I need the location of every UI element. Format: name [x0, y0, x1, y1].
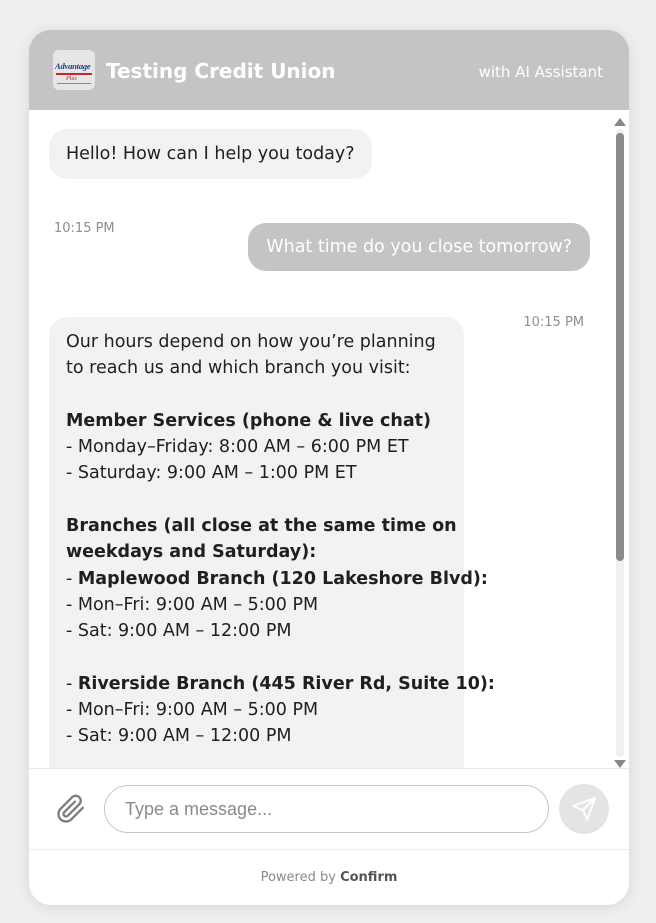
scrollbar-thumb[interactable] — [616, 133, 624, 561]
bot-message: Hello! How can I help you today? — [49, 129, 372, 179]
paperclip-icon[interactable] — [56, 794, 86, 824]
message-line: - Monday–Friday: 8:00 AM – 6:00 PM ET — [66, 437, 409, 458]
message-heading: Member Services (phone & live chat) — [66, 410, 432, 431]
send-icon — [572, 797, 596, 821]
credit-union-logo: Advantage Plus — [53, 50, 95, 90]
message-line: - Mon–Fri: 9:00 AM – 5:00 PM — [66, 700, 319, 721]
message-input-wrapper — [104, 785, 549, 833]
scroll-down-arrow-icon[interactable] — [614, 760, 626, 768]
message-line: - Riverside Branch (445 River Rd, Suite … — [66, 673, 495, 694]
user-message: What time do you close tomorrow? — [248, 223, 590, 271]
message-line: - Sat: 9:00 AM – 12:00 PM — [66, 621, 292, 642]
message-list[interactable]: Hello! How can I help you today? 10:15 P… — [29, 110, 611, 768]
message-heading: Branches (all close at the same time on — [66, 516, 457, 537]
bot-message: Our hours depend on how you’re planning … — [49, 317, 495, 768]
powered-by-brand[interactable]: Confirm — [340, 870, 397, 885]
message-timestamp: 10:15 PM — [523, 315, 584, 330]
message-timestamp: 10:15 PM — [54, 221, 115, 236]
message-input[interactable] — [123, 786, 527, 832]
chat-title: Testing Credit Union — [106, 59, 336, 83]
chat-subtitle: with AI Assistant — [478, 63, 603, 81]
message-line: Our hours depend on how you’re planning — [66, 332, 436, 352]
footer-divider — [29, 849, 629, 850]
message-scrollbar[interactable] — [611, 118, 629, 768]
message-line: to reach us and which branch you visit: — [66, 358, 411, 379]
message-heading: weekdays and Saturday): — [66, 542, 317, 563]
send-button[interactable] — [559, 784, 609, 834]
message-text: Hello! How can I help you today? — [66, 144, 355, 164]
message-text: What time do you close tomorrow? — [266, 237, 572, 257]
chat-widget: Advantage Plus Testing Credit Union with… — [29, 30, 629, 905]
chat-header: Advantage Plus Testing Credit Union with… — [29, 30, 629, 110]
message-line: - Saturday: 9:00 AM – 1:00 PM ET — [66, 463, 357, 484]
message-line: - Maplewood Branch (120 Lakeshore Blvd): — [66, 568, 488, 589]
powered-by-footer: Powered by Confirm — [29, 870, 629, 885]
powered-by-label: Powered by — [260, 870, 336, 885]
composer-divider — [29, 768, 629, 769]
scroll-up-arrow-icon[interactable] — [614, 118, 626, 126]
message-line: - Sat: 9:00 AM – 12:00 PM — [66, 726, 292, 747]
message-line: - Mon–Fri: 9:00 AM – 5:00 PM — [66, 594, 319, 615]
